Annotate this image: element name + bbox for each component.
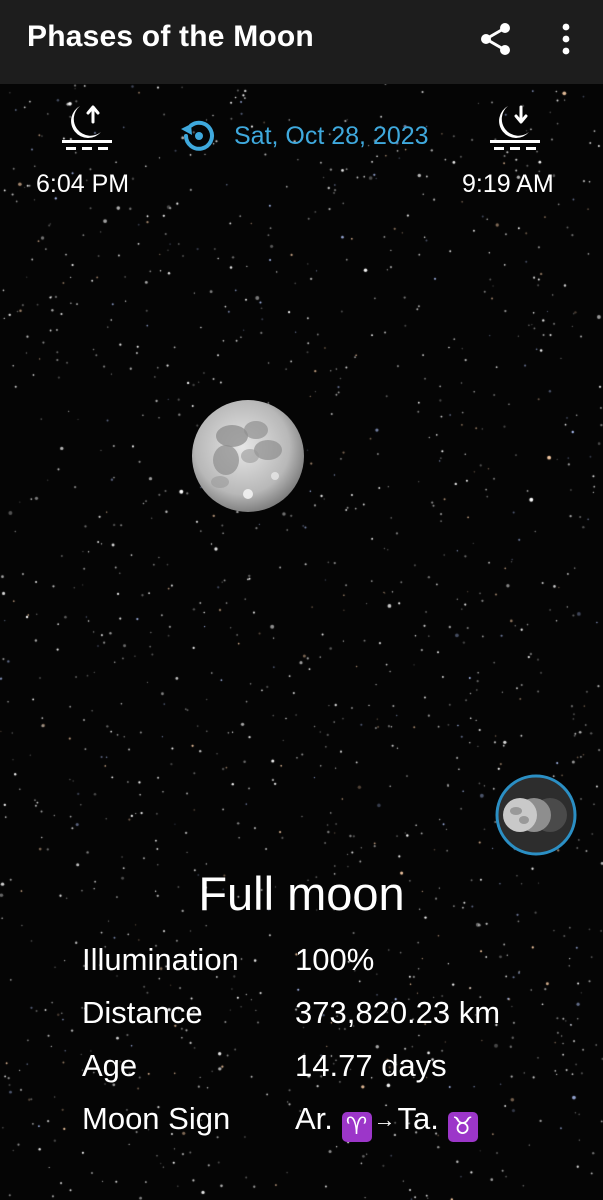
aries-icon: ♈ — [341, 1112, 372, 1142]
illumination-value: 100% — [295, 942, 375, 977]
app-title: Phases of the Moon — [27, 20, 314, 53]
moon-phases-button[interactable] — [494, 773, 578, 857]
moon-sign-label: Moon Sign — [82, 1101, 231, 1136]
distance-value: 373,820.23 km — [295, 995, 501, 1030]
moon-sign-from: Ar. — [295, 1101, 333, 1136]
share-icon — [481, 23, 510, 55]
moon-phase-name: Full moon — [198, 867, 405, 920]
illumination-label: Illumination — [82, 942, 239, 977]
moon-sign-to: Ta. — [397, 1101, 439, 1136]
full-moon-image — [192, 400, 304, 512]
date-selector[interactable]: Sat, Oct 28, 2023 — [234, 122, 429, 151]
moonset-time: 9:19 AM — [462, 170, 554, 198]
moonset-icon — [490, 105, 540, 150]
app-bar: Phases of the Moon — [0, 0, 603, 84]
age-label: Age — [82, 1048, 138, 1083]
moonrise-icon — [62, 105, 112, 150]
distance-label: Distance — [82, 995, 203, 1030]
age-value: 14.77 days — [295, 1048, 447, 1083]
more-vert-icon — [562, 23, 570, 55]
moonrise-time: 6:04 PM — [36, 170, 130, 198]
share-button[interactable] — [478, 21, 514, 57]
moon-sign-value: Ar. ♈ →Ta. ♉ — [295, 1101, 478, 1142]
taurus-icon: ♉ — [447, 1112, 478, 1142]
more-options-button[interactable] — [552, 21, 580, 57]
reset-date-icon[interactable] — [178, 115, 220, 157]
arrow-right-icon: → — [373, 1107, 396, 1132]
